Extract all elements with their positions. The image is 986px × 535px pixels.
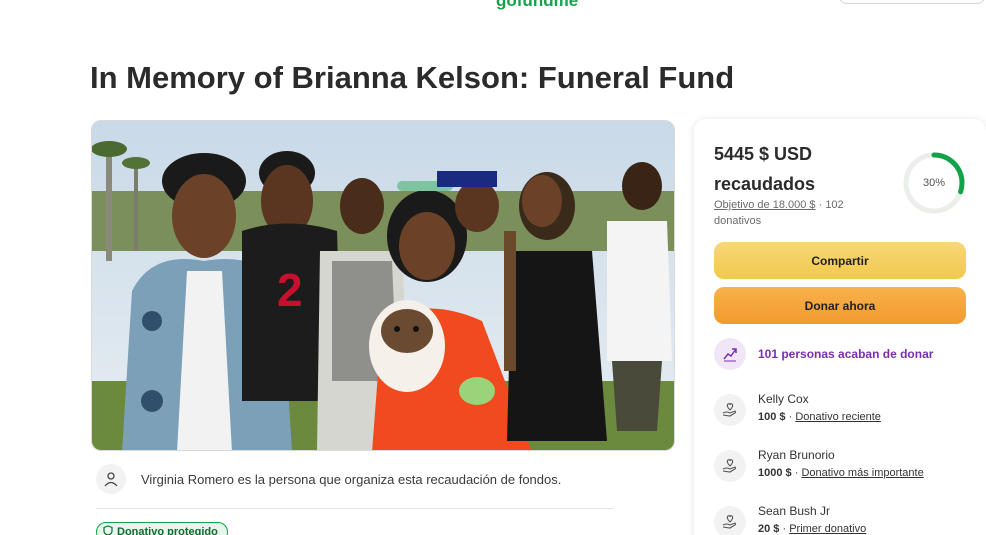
- divider: [96, 508, 614, 509]
- share-button[interactable]: Compartir: [714, 242, 966, 279]
- donor-name: Ryan Brunorio: [758, 448, 835, 462]
- donor-name: Kelly Cox: [758, 392, 809, 406]
- heart-hand-icon: [714, 394, 746, 426]
- donor-amount: 1000 $: [758, 467, 792, 479]
- donor-separator: ·: [791, 467, 802, 479]
- donor-name: Sean Bush Jr: [758, 504, 831, 518]
- page-title: In Memory of Brianna Kelson: Funeral Fun…: [90, 60, 735, 95]
- protected-donation-label: Donativo protegido: [117, 526, 218, 535]
- raised-amount: 5445 $ USD: [714, 144, 813, 164]
- shield-icon: [103, 525, 113, 535]
- raised-label: recaudados: [714, 174, 816, 194]
- header-sign-in-button[interactable]: [838, 0, 986, 4]
- donor-amount: 100 $: [758, 411, 786, 423]
- donate-now-button[interactable]: Donar ahora: [714, 287, 966, 324]
- donor-item: Ryan Brunorio 1000 $ · Donativo más impo…: [714, 447, 924, 482]
- heart-hand-icon: [714, 506, 746, 535]
- recent-donations-link[interactable]: 101 personas acaban de donar: [714, 338, 933, 370]
- organizer-info: Virginia Romero es la persona que organi…: [96, 464, 561, 494]
- campaign-photo: 2: [91, 120, 675, 451]
- heart-hand-icon: [714, 450, 746, 482]
- donor-separator: ·: [785, 411, 796, 423]
- donor-item: Kelly Cox 100 $ · Donativo reciente: [714, 391, 881, 426]
- donor-separator: ·: [779, 523, 790, 535]
- goal-separator: ·: [815, 199, 826, 211]
- donor-tag-link[interactable]: Donativo reciente: [795, 411, 881, 423]
- protected-donation-badge[interactable]: Donativo protegido: [96, 522, 228, 535]
- recent-donations-text: 101 personas acaban de donar: [758, 347, 934, 361]
- donor-tag-link[interactable]: Donativo más importante: [801, 467, 923, 479]
- user-icon: [96, 464, 126, 494]
- goal-line: Objetivo de 18.000 $ · 102 donativos: [714, 197, 864, 229]
- organizer-text: Virginia Romero es la persona que organi…: [141, 471, 562, 487]
- goal-link[interactable]: Objetivo de 18.000 $: [714, 199, 816, 211]
- donation-sidebar: 5445 $ USD recaudados Objetivo de 18.000…: [694, 119, 986, 535]
- svg-text:2: 2: [277, 264, 303, 316]
- donor-item: Sean Bush Jr 20 $ · Primer donativo: [714, 503, 866, 535]
- gofundme-logo[interactable]: gofundme: [496, 0, 578, 11]
- donor-amount: 20 $: [758, 523, 780, 535]
- trending-up-icon: [714, 338, 746, 370]
- amount-raised: 5445 $ USD recaudados: [714, 139, 884, 199]
- progress-percent: 30%: [922, 177, 946, 189]
- donor-tag-link[interactable]: Primer donativo: [789, 523, 866, 535]
